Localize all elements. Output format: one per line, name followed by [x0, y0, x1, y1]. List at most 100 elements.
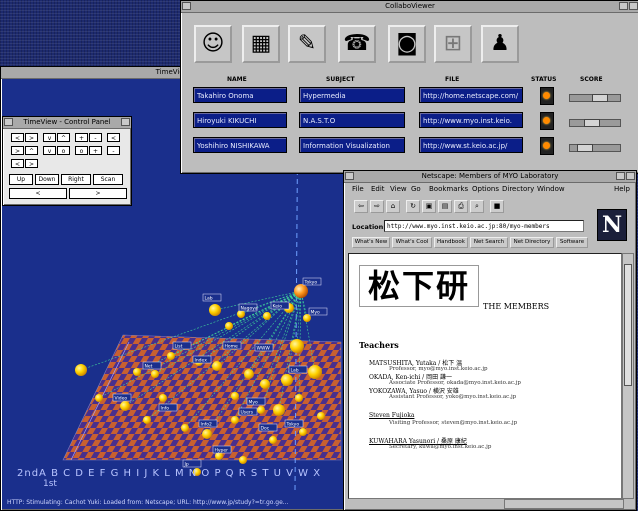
node-sphere[interactable]: [269, 436, 277, 444]
row-2-name[interactable]: Yoshihiro NISHIKAWA: [193, 137, 287, 153]
node-sphere[interactable]: [75, 364, 87, 376]
menu-help[interactable]: Help: [614, 185, 630, 193]
control-cell-11[interactable]: o: [75, 146, 88, 155]
node-sphere[interactable]: [281, 374, 293, 386]
robot-icon-button[interactable]: ◙: [388, 25, 426, 63]
menu-directory[interactable]: Directory: [502, 185, 534, 193]
phone-icon-button[interactable]: ☎: [338, 25, 376, 63]
node-sphere[interactable]: [257, 406, 265, 414]
netscape-titlebar[interactable]: Netscape: Members of MYO Laboratory: [344, 171, 636, 183]
images-button[interactable]: ▣: [422, 200, 436, 213]
score-slider[interactable]: [569, 144, 621, 152]
back-button[interactable]: ⇦: [354, 200, 368, 213]
maximize-button[interactable]: [626, 172, 635, 180]
node-sphere[interactable]: [295, 394, 303, 402]
menu-window[interactable]: Window: [537, 185, 565, 193]
control-cell-6[interactable]: <: [107, 133, 120, 142]
maximize-button[interactable]: [121, 118, 130, 126]
node-sphere[interactable]: [209, 304, 221, 316]
row-0-file[interactable]: http://home.netscape.com/: [419, 87, 523, 103]
node-sphere[interactable]: [260, 379, 270, 389]
row-0-name[interactable]: Takahiro Onoma: [193, 87, 287, 103]
menu-options[interactable]: Options: [472, 185, 499, 193]
puzzle-icon-button[interactable]: ⊞: [434, 25, 472, 63]
vertical-scrollbar[interactable]: [622, 253, 634, 499]
scroll-thumb[interactable]: [624, 264, 632, 386]
page-content[interactable]: 松下研 THE MEMBERS Teachers MATSUSHITA, Yut…: [348, 253, 622, 499]
open-button[interactable]: ▤: [438, 200, 452, 213]
row-2-subject[interactable]: Information Visualization: [299, 137, 405, 153]
reload-button[interactable]: ↻: [406, 200, 420, 213]
control-button-3[interactable]: Scan: [93, 174, 123, 185]
row-1-file[interactable]: http://www.myo.inst.keio.: [419, 112, 523, 128]
nav-button-1[interactable]: What's Cool: [392, 237, 432, 248]
control-cell-7[interactable]: >: [11, 146, 24, 155]
nav-button-4[interactable]: Net Directory: [510, 237, 554, 248]
node-sphere[interactable]: [231, 392, 239, 400]
node-sphere[interactable]: [239, 456, 247, 464]
horizontal-scrollbar[interactable]: [504, 499, 624, 509]
control-panel-titlebar[interactable]: TimeView - Control Panel: [3, 117, 131, 129]
minimize-button[interactable]: [616, 172, 625, 180]
node-sphere[interactable]: [231, 416, 239, 424]
box-icon-button[interactable]: ▦: [242, 25, 280, 63]
node-sphere[interactable]: [244, 369, 254, 379]
forward-button[interactable]: ⇨: [370, 200, 384, 213]
node-sphere[interactable]: [263, 312, 271, 320]
collabo-titlebar[interactable]: CollaboViewer: [181, 1, 638, 13]
node-sphere[interactable]: [167, 352, 175, 360]
control-cell-12[interactable]: +: [89, 146, 102, 155]
node-sphere[interactable]: [273, 404, 285, 416]
control-cell-13[interactable]: -: [107, 146, 120, 155]
node-sphere[interactable]: [133, 368, 141, 376]
menu-edit[interactable]: Edit: [371, 185, 385, 193]
find-button[interactable]: ⌕: [470, 200, 484, 213]
control-cell-15[interactable]: >: [25, 159, 38, 168]
control-button-1[interactable]: Down: [35, 174, 59, 185]
nav-button-0[interactable]: What's New: [352, 237, 390, 248]
node-sphere[interactable]: [159, 394, 167, 402]
control-cell-5[interactable]: -: [89, 133, 102, 142]
control-cell-4[interactable]: +: [75, 133, 88, 142]
control-cell-8[interactable]: ^: [25, 146, 38, 155]
window-menu-button[interactable]: [345, 172, 354, 180]
control-button-5[interactable]: >: [69, 188, 127, 199]
row-1-name[interactable]: Hiroyuki KIKUCHI: [193, 112, 287, 128]
node-sphere[interactable]: [120, 401, 130, 411]
control-cell-3[interactable]: ^: [57, 133, 70, 142]
score-slider-knob[interactable]: [592, 94, 608, 102]
node-sphere[interactable]: [151, 370, 159, 378]
control-cell-2[interactable]: v: [43, 133, 56, 142]
hub-node-sphere[interactable]: [294, 284, 308, 298]
menu-file[interactable]: File: [352, 185, 364, 193]
node-sphere[interactable]: [299, 428, 307, 436]
node-sphere[interactable]: [143, 416, 151, 424]
control-cell-10[interactable]: o: [57, 146, 70, 155]
member-name[interactable]: Steven Fujioka: [369, 412, 414, 419]
menu-view[interactable]: View: [390, 185, 407, 193]
row-0-subject[interactable]: Hypermedia: [299, 87, 405, 103]
control-cell-1[interactable]: >: [25, 133, 38, 142]
people-icon-button[interactable]: ♟: [481, 25, 519, 63]
node-sphere[interactable]: [95, 394, 103, 402]
node-sphere[interactable]: [290, 339, 304, 353]
control-button-0[interactable]: Up: [9, 174, 33, 185]
menu-bookmarks[interactable]: Bookmarks: [429, 185, 468, 193]
node-sphere[interactable]: [317, 412, 325, 420]
node-sphere[interactable]: [202, 429, 212, 439]
control-button-2[interactable]: Right: [61, 174, 91, 185]
row-2-file[interactable]: http://www.st.keio.ac.jp/: [419, 137, 523, 153]
nav-button-5[interactable]: Software: [556, 237, 588, 248]
menu-go[interactable]: Go: [411, 185, 421, 193]
node-sphere[interactable]: [212, 361, 222, 371]
print-button[interactable]: ⎙: [454, 200, 468, 213]
nav-button-3[interactable]: Net Search: [470, 237, 508, 248]
node-sphere[interactable]: [308, 365, 322, 379]
menu-button[interactable]: [4, 118, 13, 126]
face-icon-button[interactable]: ☺: [194, 25, 232, 63]
score-slider[interactable]: [569, 94, 621, 102]
node-sphere[interactable]: [181, 424, 189, 432]
control-cell-9[interactable]: v: [43, 146, 56, 155]
stop-button[interactable]: ■: [490, 200, 504, 213]
home-button[interactable]: ⌂: [386, 200, 400, 213]
